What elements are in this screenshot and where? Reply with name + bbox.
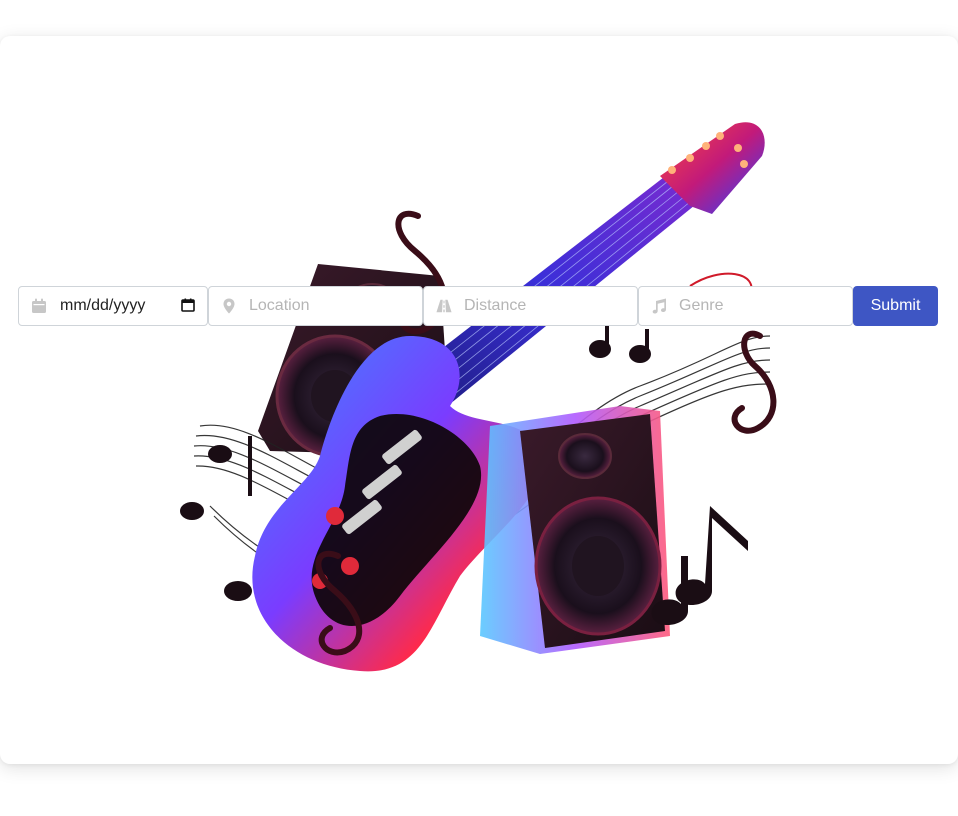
distance-input[interactable] <box>424 288 637 324</box>
genre-field[interactable] <box>638 286 853 326</box>
distance-field[interactable] <box>423 286 638 326</box>
location-field[interactable] <box>208 286 423 326</box>
search-bar: mm/dd/yyyy Location Distance Genre Submi… <box>18 286 938 326</box>
genre-input[interactable] <box>639 288 852 324</box>
speaker-front-icon <box>480 406 670 654</box>
date-field[interactable]: mm/dd/yyyy <box>18 286 208 326</box>
calendar-icon <box>32 298 46 313</box>
location-input[interactable] <box>209 288 422 324</box>
submit-button[interactable]: Submit <box>853 286 938 326</box>
search-card: mm/dd/yyyy Location Distance Genre Submi… <box>0 36 958 764</box>
hero-illustration <box>180 122 777 672</box>
date-input[interactable]: mm/dd/yyyy <box>60 297 145 315</box>
road-icon <box>436 299 452 313</box>
calendar-picker-icon[interactable] <box>181 298 195 312</box>
map-marker-icon <box>223 298 235 314</box>
music-note-icon <box>652 298 666 314</box>
